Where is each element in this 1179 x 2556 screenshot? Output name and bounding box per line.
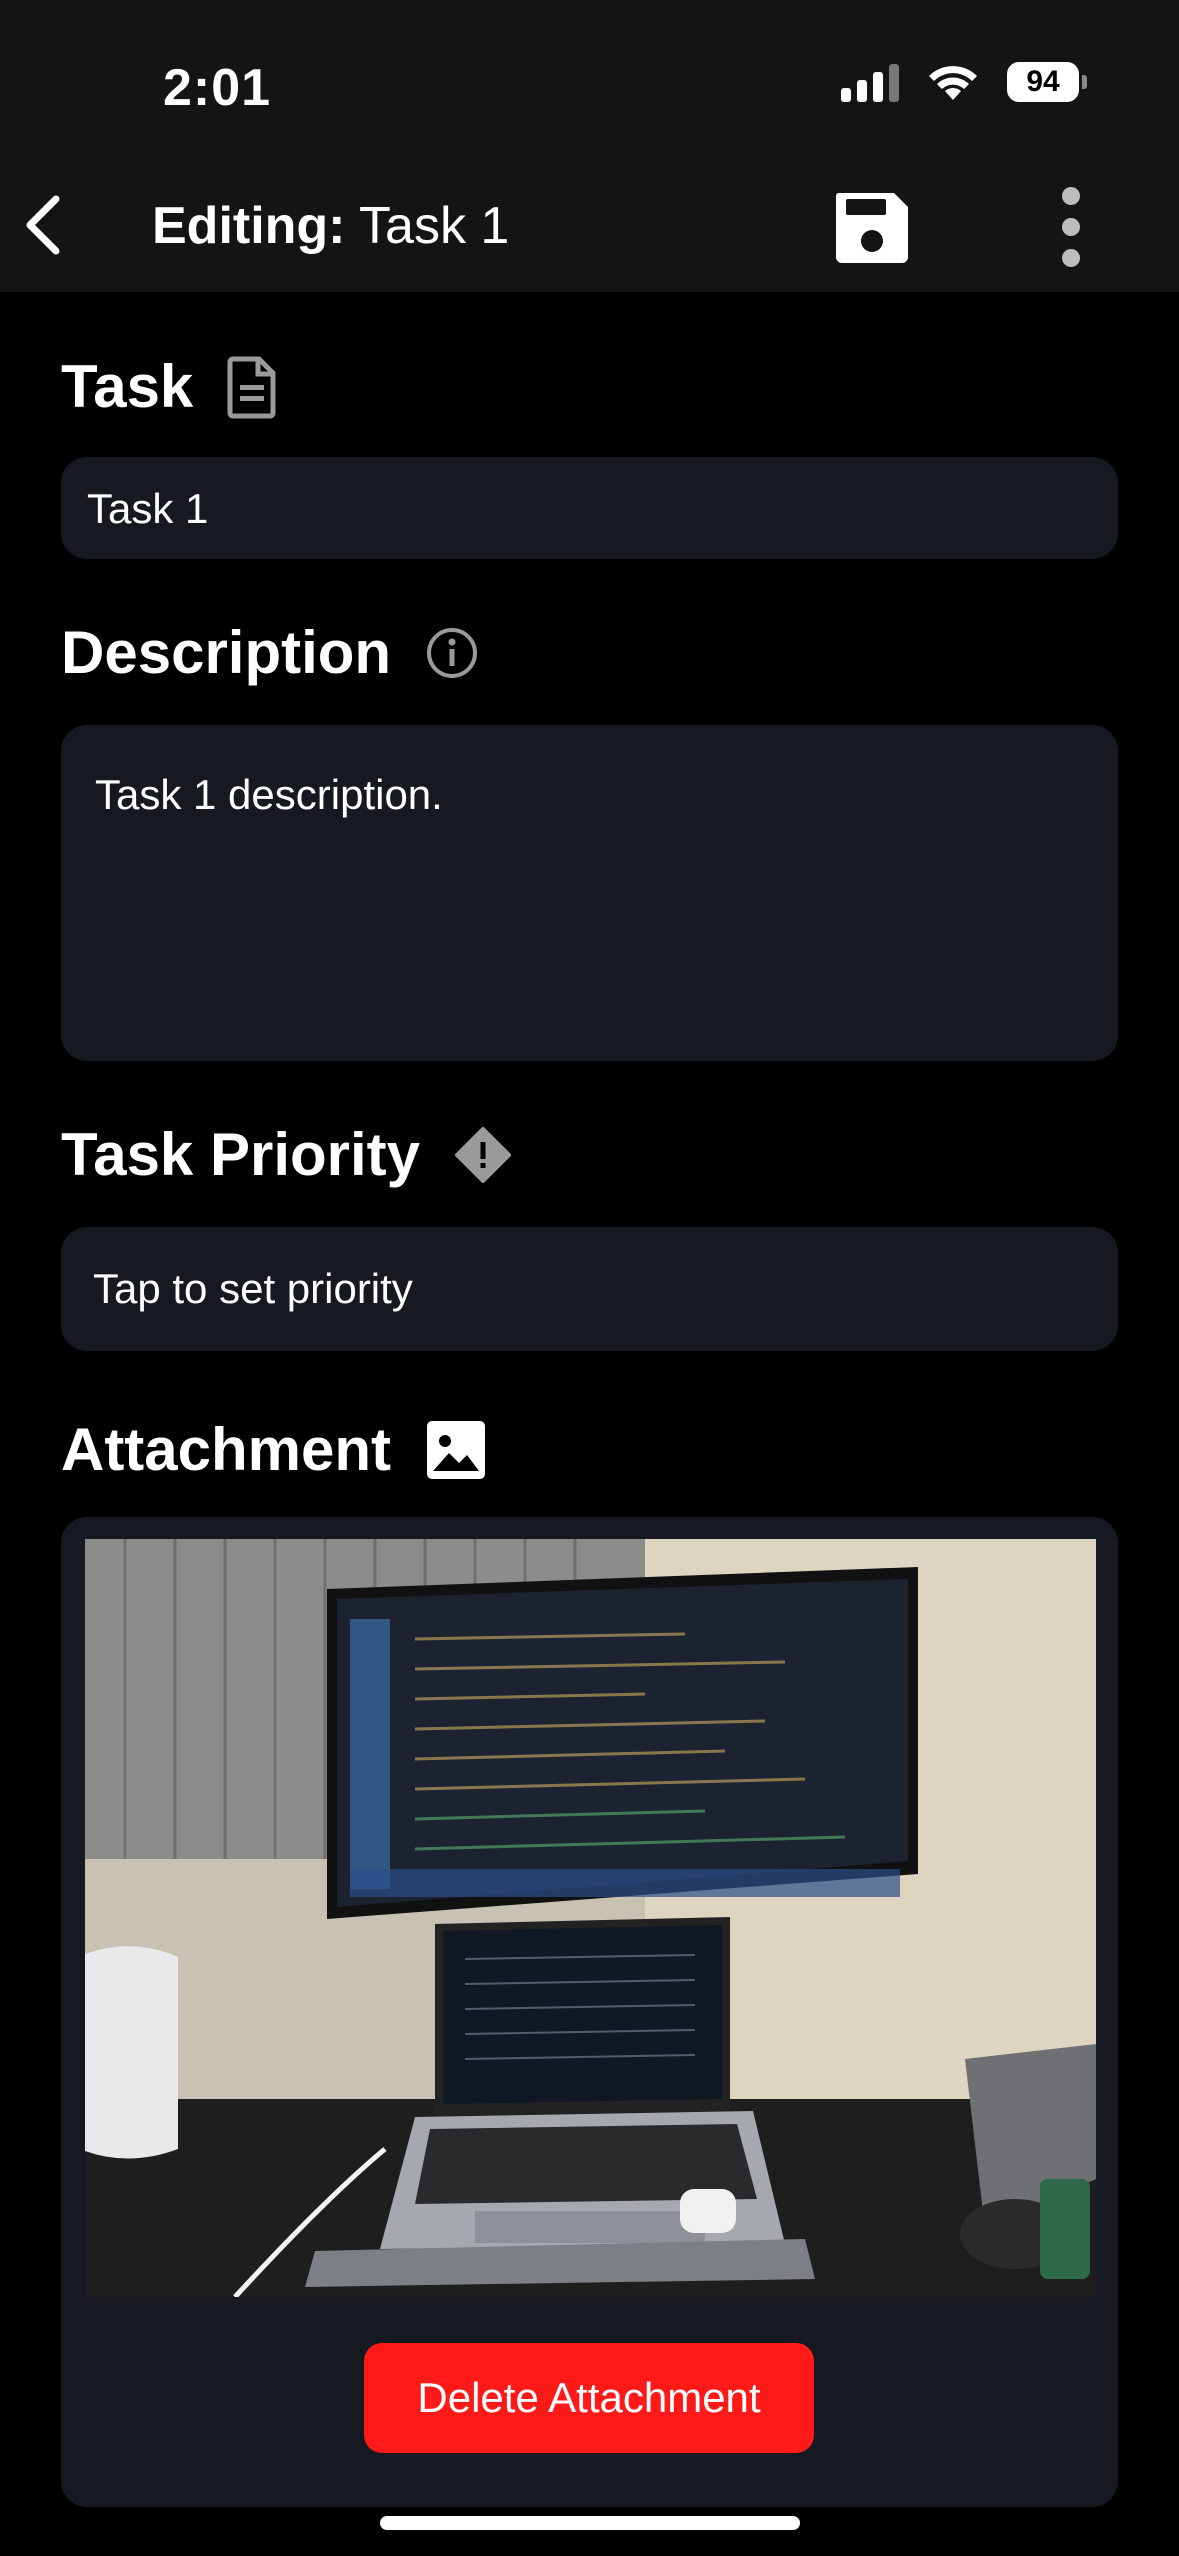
battery-icon: 94 (1007, 62, 1087, 102)
description-label: Description (61, 619, 392, 686)
priority-section-label: Task Priority (61, 1120, 512, 1189)
task-label: Task (61, 353, 194, 420)
more-options-button[interactable] (1058, 187, 1084, 267)
attachment-section-label: Attachment (61, 1415, 487, 1484)
task-section-label: Task (61, 352, 279, 421)
desk-setup-photo (85, 1539, 1096, 2297)
dot (1062, 187, 1080, 205)
attachment-card: Delete Attachment (61, 1517, 1118, 2507)
attachment-photo[interactable] (85, 1539, 1096, 2297)
screen: 2:01 94 Editing: Task 1 Task Task 1 Desc… (0, 0, 1179, 2556)
image-icon (427, 1420, 486, 1479)
page-title-value: Task 1 (359, 197, 510, 255)
attachment-label: Attachment (61, 1416, 392, 1483)
home-indicator[interactable] (380, 2516, 800, 2530)
delete-attachment-button[interactable]: Delete Attachment (364, 2343, 814, 2453)
dot (1062, 218, 1080, 236)
app-header: 2:01 94 Editing: Task 1 (0, 0, 1179, 292)
wifi-icon (929, 66, 977, 100)
priority-label: Task Priority (61, 1121, 421, 1188)
back-button[interactable] (20, 190, 80, 260)
document-icon (227, 356, 276, 418)
dot (1062, 249, 1080, 267)
info-icon (427, 627, 478, 678)
cellular-signal-icon (841, 62, 899, 102)
floppy-disk-icon (835, 193, 908, 263)
status-icons: 94 (841, 62, 1087, 102)
description-input[interactable]: Task 1 description. (61, 725, 1118, 1061)
task-name-input[interactable]: Task 1 (61, 457, 1118, 559)
save-button[interactable] (832, 187, 912, 267)
priority-diamond-icon (455, 1126, 512, 1183)
status-time: 2:01 (163, 59, 272, 117)
page-title-prefix: Editing: (152, 197, 346, 255)
description-section-label: Description (61, 618, 479, 687)
chevron-left-icon (26, 195, 60, 255)
page-title: Editing: Task 1 (152, 196, 509, 256)
priority-selector[interactable]: Tap to set priority (61, 1227, 1118, 1351)
